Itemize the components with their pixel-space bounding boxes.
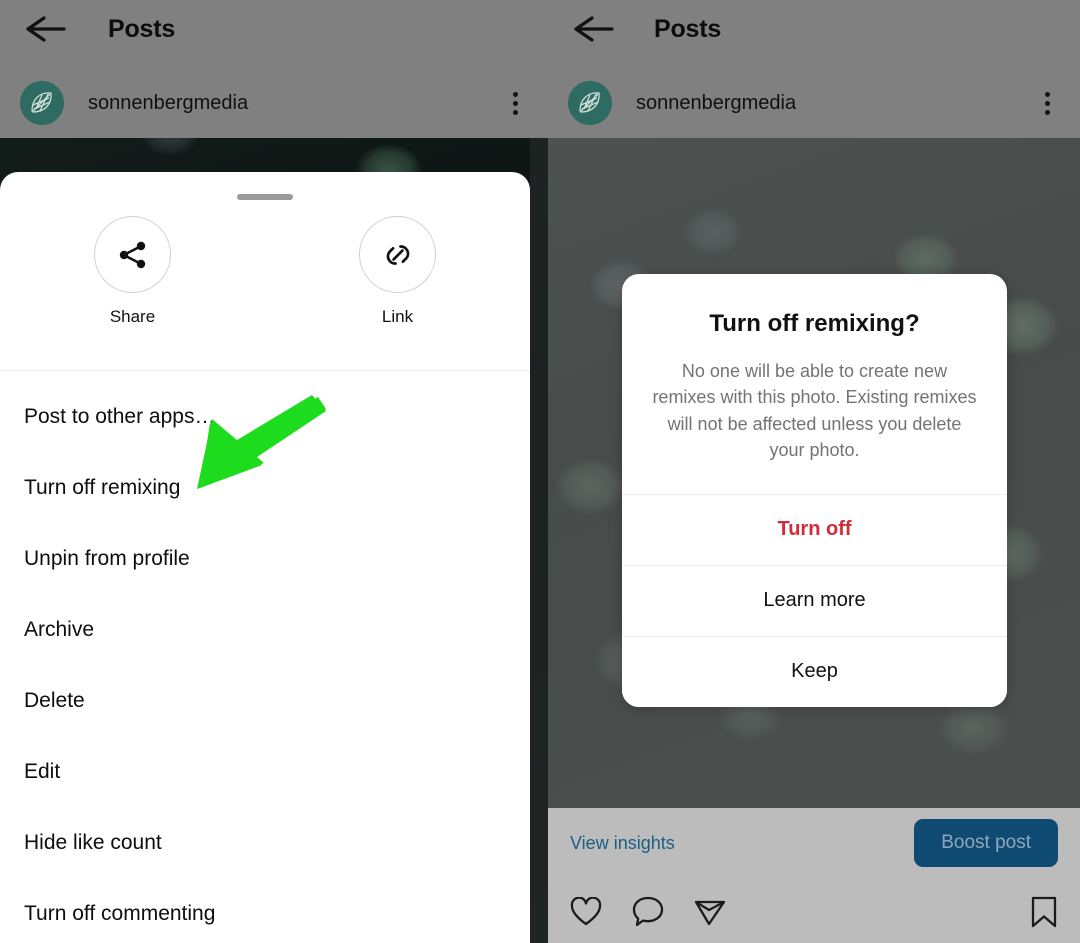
left-side-dim-overlay [530,138,548,943]
quick-actions-row: Share Link [0,200,530,370]
turn-off-remixing-dialog: Turn off remixing? No one will be able t… [622,274,1007,707]
share-button-label: Share [109,307,156,326]
share-bottom-sheet: Share Link Post to other apps… Turn off … [0,172,530,943]
right-header: Posts sonnenbergmedia [548,0,1080,138]
dialog-body: Turn off remixing? No one will be able t… [622,274,1007,494]
link-button-label: Link [381,307,414,326]
post-options-menu: Post to other apps… Turn off remixing Un… [0,371,530,943]
more-options-icon[interactable] [502,88,528,118]
menu-item-turn-off-remixing[interactable]: Turn off remixing [0,452,530,523]
right-screen: Posts sonnenbergmedia Turn off remixing?… [548,0,1080,943]
view-insights-link[interactable]: View insights [570,833,914,854]
dialog-message: No one will be able to create new remixe… [652,361,977,461]
menu-item-archive[interactable]: Archive [0,594,530,665]
link-button[interactable]: Link [265,216,530,370]
menu-item-post-to-other-apps[interactable]: Post to other apps… [0,381,530,452]
insights-boost-row: View insights Boost post [548,808,1080,878]
right-header-top-row: Posts [548,0,1080,58]
back-arrow-icon[interactable] [24,14,68,44]
save-bookmark-icon[interactable] [1030,896,1058,928]
like-heart-icon[interactable] [570,896,602,927]
menu-item-turn-off-commenting[interactable]: Turn off commenting [0,878,530,943]
leaf-logo-avatar[interactable] [568,81,612,125]
back-arrow-icon[interactable] [572,14,616,44]
share-nodes-icon [94,216,171,293]
share-button[interactable]: Share [0,216,265,370]
comment-bubble-icon[interactable] [632,896,664,927]
menu-item-hide-like-count[interactable]: Hide like count [0,807,530,878]
menu-item-delete[interactable]: Delete [0,665,530,736]
dialog-learn-more-button[interactable]: Learn more [622,564,1007,636]
left-header: Posts sonnenbergmedia [0,0,548,138]
left-screen: Posts sonnenbergmedia Share Link Post to… [0,0,548,943]
page-title: Posts [654,14,722,43]
dialog-keep-button[interactable]: Keep [622,635,1007,707]
author-username[interactable]: sonnenbergmedia [636,92,1034,115]
boost-post-button[interactable]: Boost post [914,819,1058,867]
leaf-logo-avatar[interactable] [20,81,64,125]
post-action-row [548,880,1080,943]
dialog-title: Turn off remixing? [709,310,920,337]
menu-item-edit[interactable]: Edit [0,736,530,807]
menu-item-unpin-from-profile[interactable]: Unpin from profile [0,523,530,594]
dialog-turn-off-button[interactable]: Turn off [622,493,1007,565]
share-paper-plane-icon[interactable] [694,897,726,927]
more-options-icon[interactable] [1034,88,1060,118]
link-chain-icon [359,216,436,293]
author-username[interactable]: sonnenbergmedia [88,92,502,115]
page-title: Posts [108,14,176,43]
right-post-author-row: sonnenbergmedia [548,72,1080,134]
left-header-top-row: Posts [0,0,548,58]
dual-screenshot-container: Posts sonnenbergmedia Share Link Post to… [0,0,1080,943]
left-post-author-row: sonnenbergmedia [0,72,548,134]
